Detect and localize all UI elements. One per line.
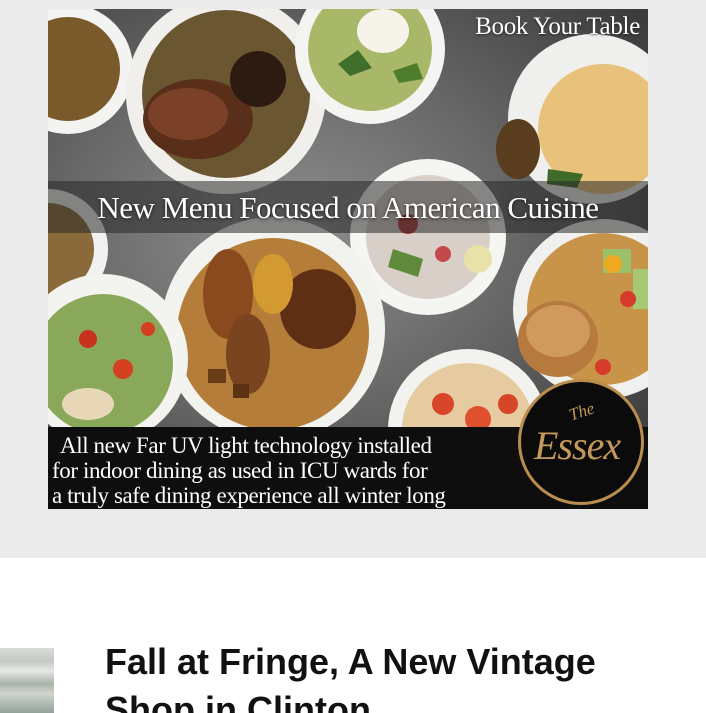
essex-logo: The Essex	[518, 379, 644, 505]
ad-body-line: All new Far UV light technology installe…	[60, 433, 432, 458]
article-title-link[interactable]: Fall at Fringe, A New Vintage Shop in Cl…	[105, 638, 685, 713]
ad-body-line: a truly safe dining experience all winte…	[52, 483, 446, 508]
ad-headline: New Menu Focused on American Cuisine	[97, 190, 599, 225]
book-your-table-link[interactable]: Book Your Table	[475, 13, 640, 41]
ad-body-line: for indoor dining as used in ICU wards f…	[52, 458, 428, 483]
article-list-item[interactable]: Fall at Fringe, A New Vintage Shop in Cl…	[0, 600, 706, 713]
article-thumbnail[interactable]	[0, 648, 54, 713]
logo-essex-text: Essex	[534, 423, 621, 468]
ad-body-text: All new Far UV light technology installe…	[52, 433, 522, 508]
ad-section: Book Your Table New Menu Focused on Amer…	[0, 0, 706, 558]
essex-ad-banner[interactable]: Book Your Table New Menu Focused on Amer…	[48, 9, 648, 509]
